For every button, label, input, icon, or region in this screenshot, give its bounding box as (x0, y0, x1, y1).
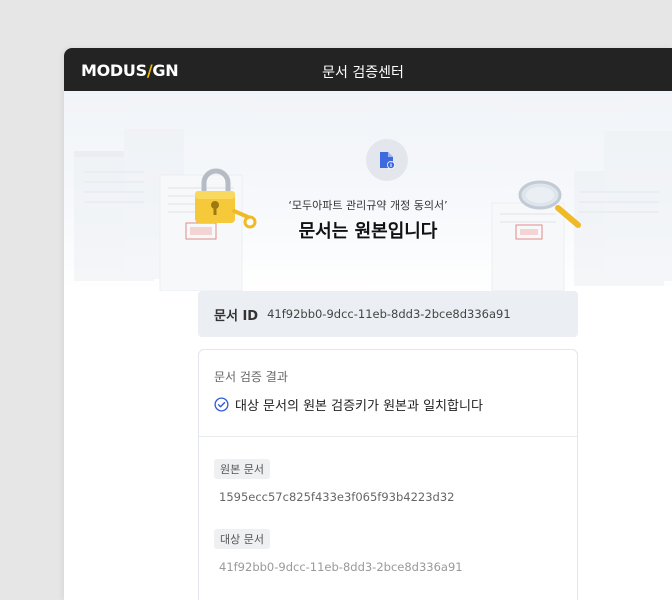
document-name: ‘모두아파트 관리규약 개정 동의서’ (288, 199, 448, 212)
document-id-value: 41f92bb0-9dcc-11eb-8dd3-2bce8d336a91 (267, 307, 511, 321)
verification-result: 대상 문서의 원본 검증키가 원본과 일치합니다 (214, 395, 483, 414)
hero-illustration (74, 129, 672, 291)
verification-result-text: 대상 문서의 원본 검증키가 원본과 일치합니다 (235, 399, 483, 414)
verification-status-title: 문서는 원본입니다 (298, 221, 438, 242)
document-id-label: 문서 ID (214, 308, 259, 324)
verification-result-card: 문서 검증 결과 대상 문서의 원본 검증키가 원본과 일치합니다 원본 문서 … (198, 349, 578, 600)
target-document-tag: 대상 문서 (214, 529, 270, 549)
target-document-hash: 41f92bb0-9dcc-11eb-8dd3-2bce8d336a91 (219, 560, 463, 574)
top-bar: MODUS/GN 문서 검증센터 (64, 48, 672, 91)
page-header-title: 문서 검증센터 (322, 65, 404, 81)
document-id-box: 문서 ID 41f92bb0-9dcc-11eb-8dd3-2bce8d336a… (198, 291, 578, 337)
hero-banner: ‘모두아파트 관리규약 개정 동의서’ 문서는 원본입니다 (64, 91, 672, 291)
verification-section-title: 문서 검증 결과 (214, 370, 288, 384)
verification-window: MODUS/GN 문서 검증센터 ‘모두아파트 관리규약 개정 동의서’ 문서는… (64, 48, 672, 600)
original-document-hash: 1595ecc57c825f433e3f065f93b4223d32 (219, 490, 455, 504)
document-info-icon (366, 139, 408, 181)
check-circle-icon (214, 397, 229, 412)
card-divider (199, 436, 577, 437)
original-document-tag: 원본 문서 (214, 459, 270, 479)
